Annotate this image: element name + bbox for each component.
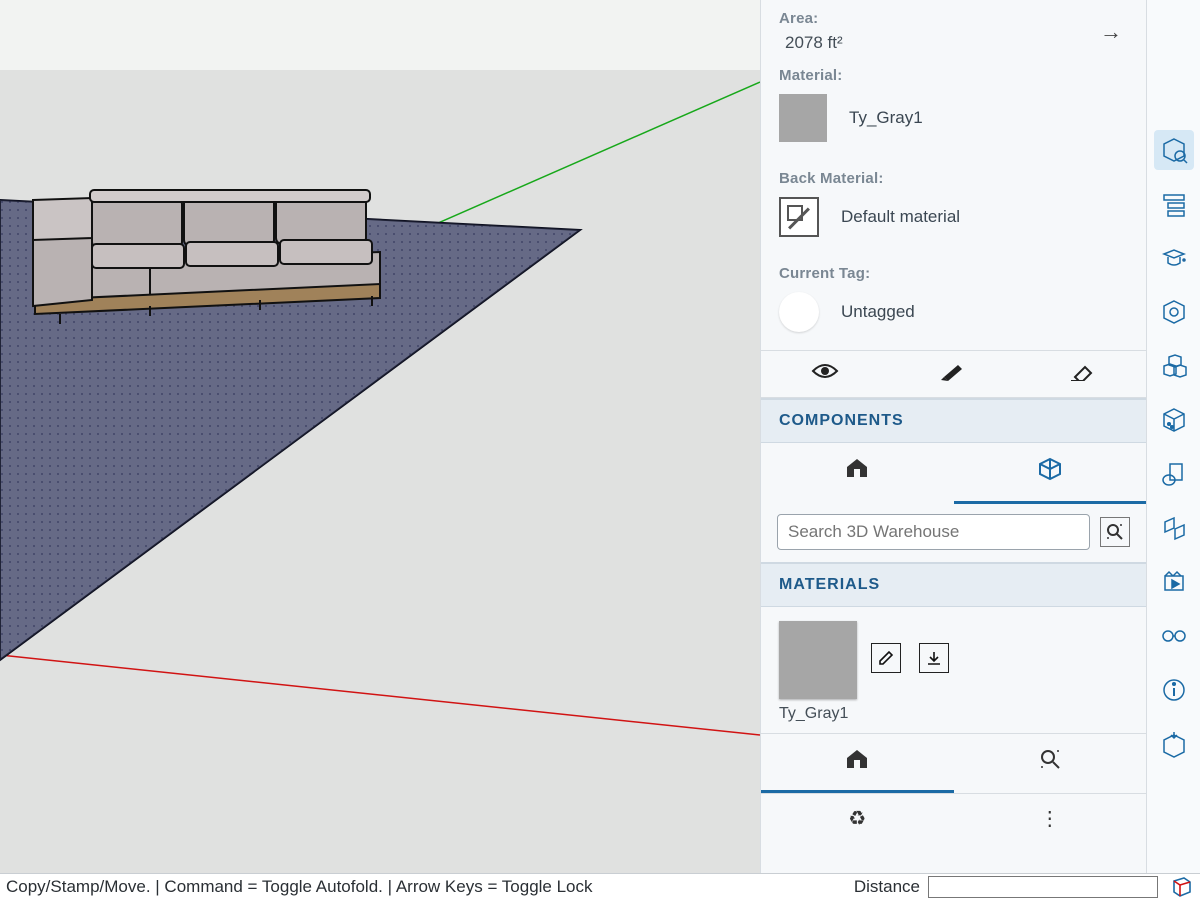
tab-in-model-icon[interactable] (761, 443, 954, 504)
right-panel: Area: 2078 ft² → Material: Ty_Gray1 Back… (760, 0, 1146, 873)
display-rail-icon[interactable] (1154, 508, 1194, 548)
show-icon[interactable] (761, 351, 889, 397)
soften-icon[interactable] (889, 351, 1017, 397)
info-rail-icon[interactable] (1154, 670, 1194, 710)
search-3d-warehouse-input[interactable] (777, 514, 1090, 550)
sketchup-logo-icon (1168, 876, 1194, 898)
materials-tab-browse-icon[interactable] (954, 734, 1147, 793)
materials-header[interactable]: MATERIALS (761, 562, 1146, 607)
current-material-name: Ty_Gray1 (761, 705, 1146, 733)
default-material-icon[interactable] (779, 197, 819, 237)
materials-rail-icon[interactable] (1154, 400, 1194, 440)
tag-label: Current Tag: (779, 265, 1128, 282)
visibility-toolbar (761, 350, 1146, 398)
recycle-icon[interactable]: ♻ (761, 794, 954, 843)
right-tool-rail (1146, 0, 1200, 873)
status-hint: Copy/Stamp/Move. | Command = Toggle Auto… (6, 877, 593, 897)
distance-label: Distance (854, 877, 920, 897)
components-tabs (761, 443, 1146, 504)
tag-value: Untagged (841, 302, 915, 322)
components-rail-icon[interactable] (1154, 346, 1194, 386)
search-filter-button[interactable] (1100, 517, 1130, 547)
styles-rail-icon[interactable] (1154, 454, 1194, 494)
edit-material-button[interactable] (871, 643, 901, 673)
warehouse-rail-icon[interactable] (1154, 724, 1194, 764)
materials-tab-home-icon[interactable] (761, 734, 954, 793)
instructor-icon[interactable] (1154, 238, 1194, 278)
material-swatch[interactable] (779, 94, 827, 142)
entity-info-icon[interactable] (1154, 130, 1194, 170)
more-options-icon[interactable]: ⋮ (954, 794, 1147, 843)
tab-3d-warehouse-icon[interactable] (954, 443, 1147, 504)
back-material-value: Default material (841, 207, 960, 227)
erase-icon[interactable] (1018, 351, 1146, 397)
back-material-label: Back Material: (779, 170, 1128, 187)
area-value: 2078 ft² (785, 33, 843, 53)
scenes-rail-icon[interactable] (1154, 562, 1194, 602)
collapse-panel-icon[interactable]: → (1094, 15, 1128, 49)
current-material-thumb[interactable] (779, 621, 857, 699)
material-value: Ty_Gray1 (849, 108, 923, 128)
components-header[interactable]: COMPONENTS (761, 398, 1146, 443)
outliner-icon[interactable] (1154, 184, 1194, 224)
tags-rail-icon[interactable] (1154, 292, 1194, 332)
area-label: Area: (779, 10, 843, 27)
materials-tabs (761, 733, 1146, 793)
views-rail-icon[interactable] (1154, 616, 1194, 656)
tag-swatch[interactable] (779, 292, 819, 332)
download-material-button[interactable] (919, 643, 949, 673)
distance-input[interactable] (928, 876, 1158, 898)
material-label: Material: (779, 67, 1128, 84)
status-bar: Copy/Stamp/Move. | Command = Toggle Auto… (0, 873, 1200, 900)
